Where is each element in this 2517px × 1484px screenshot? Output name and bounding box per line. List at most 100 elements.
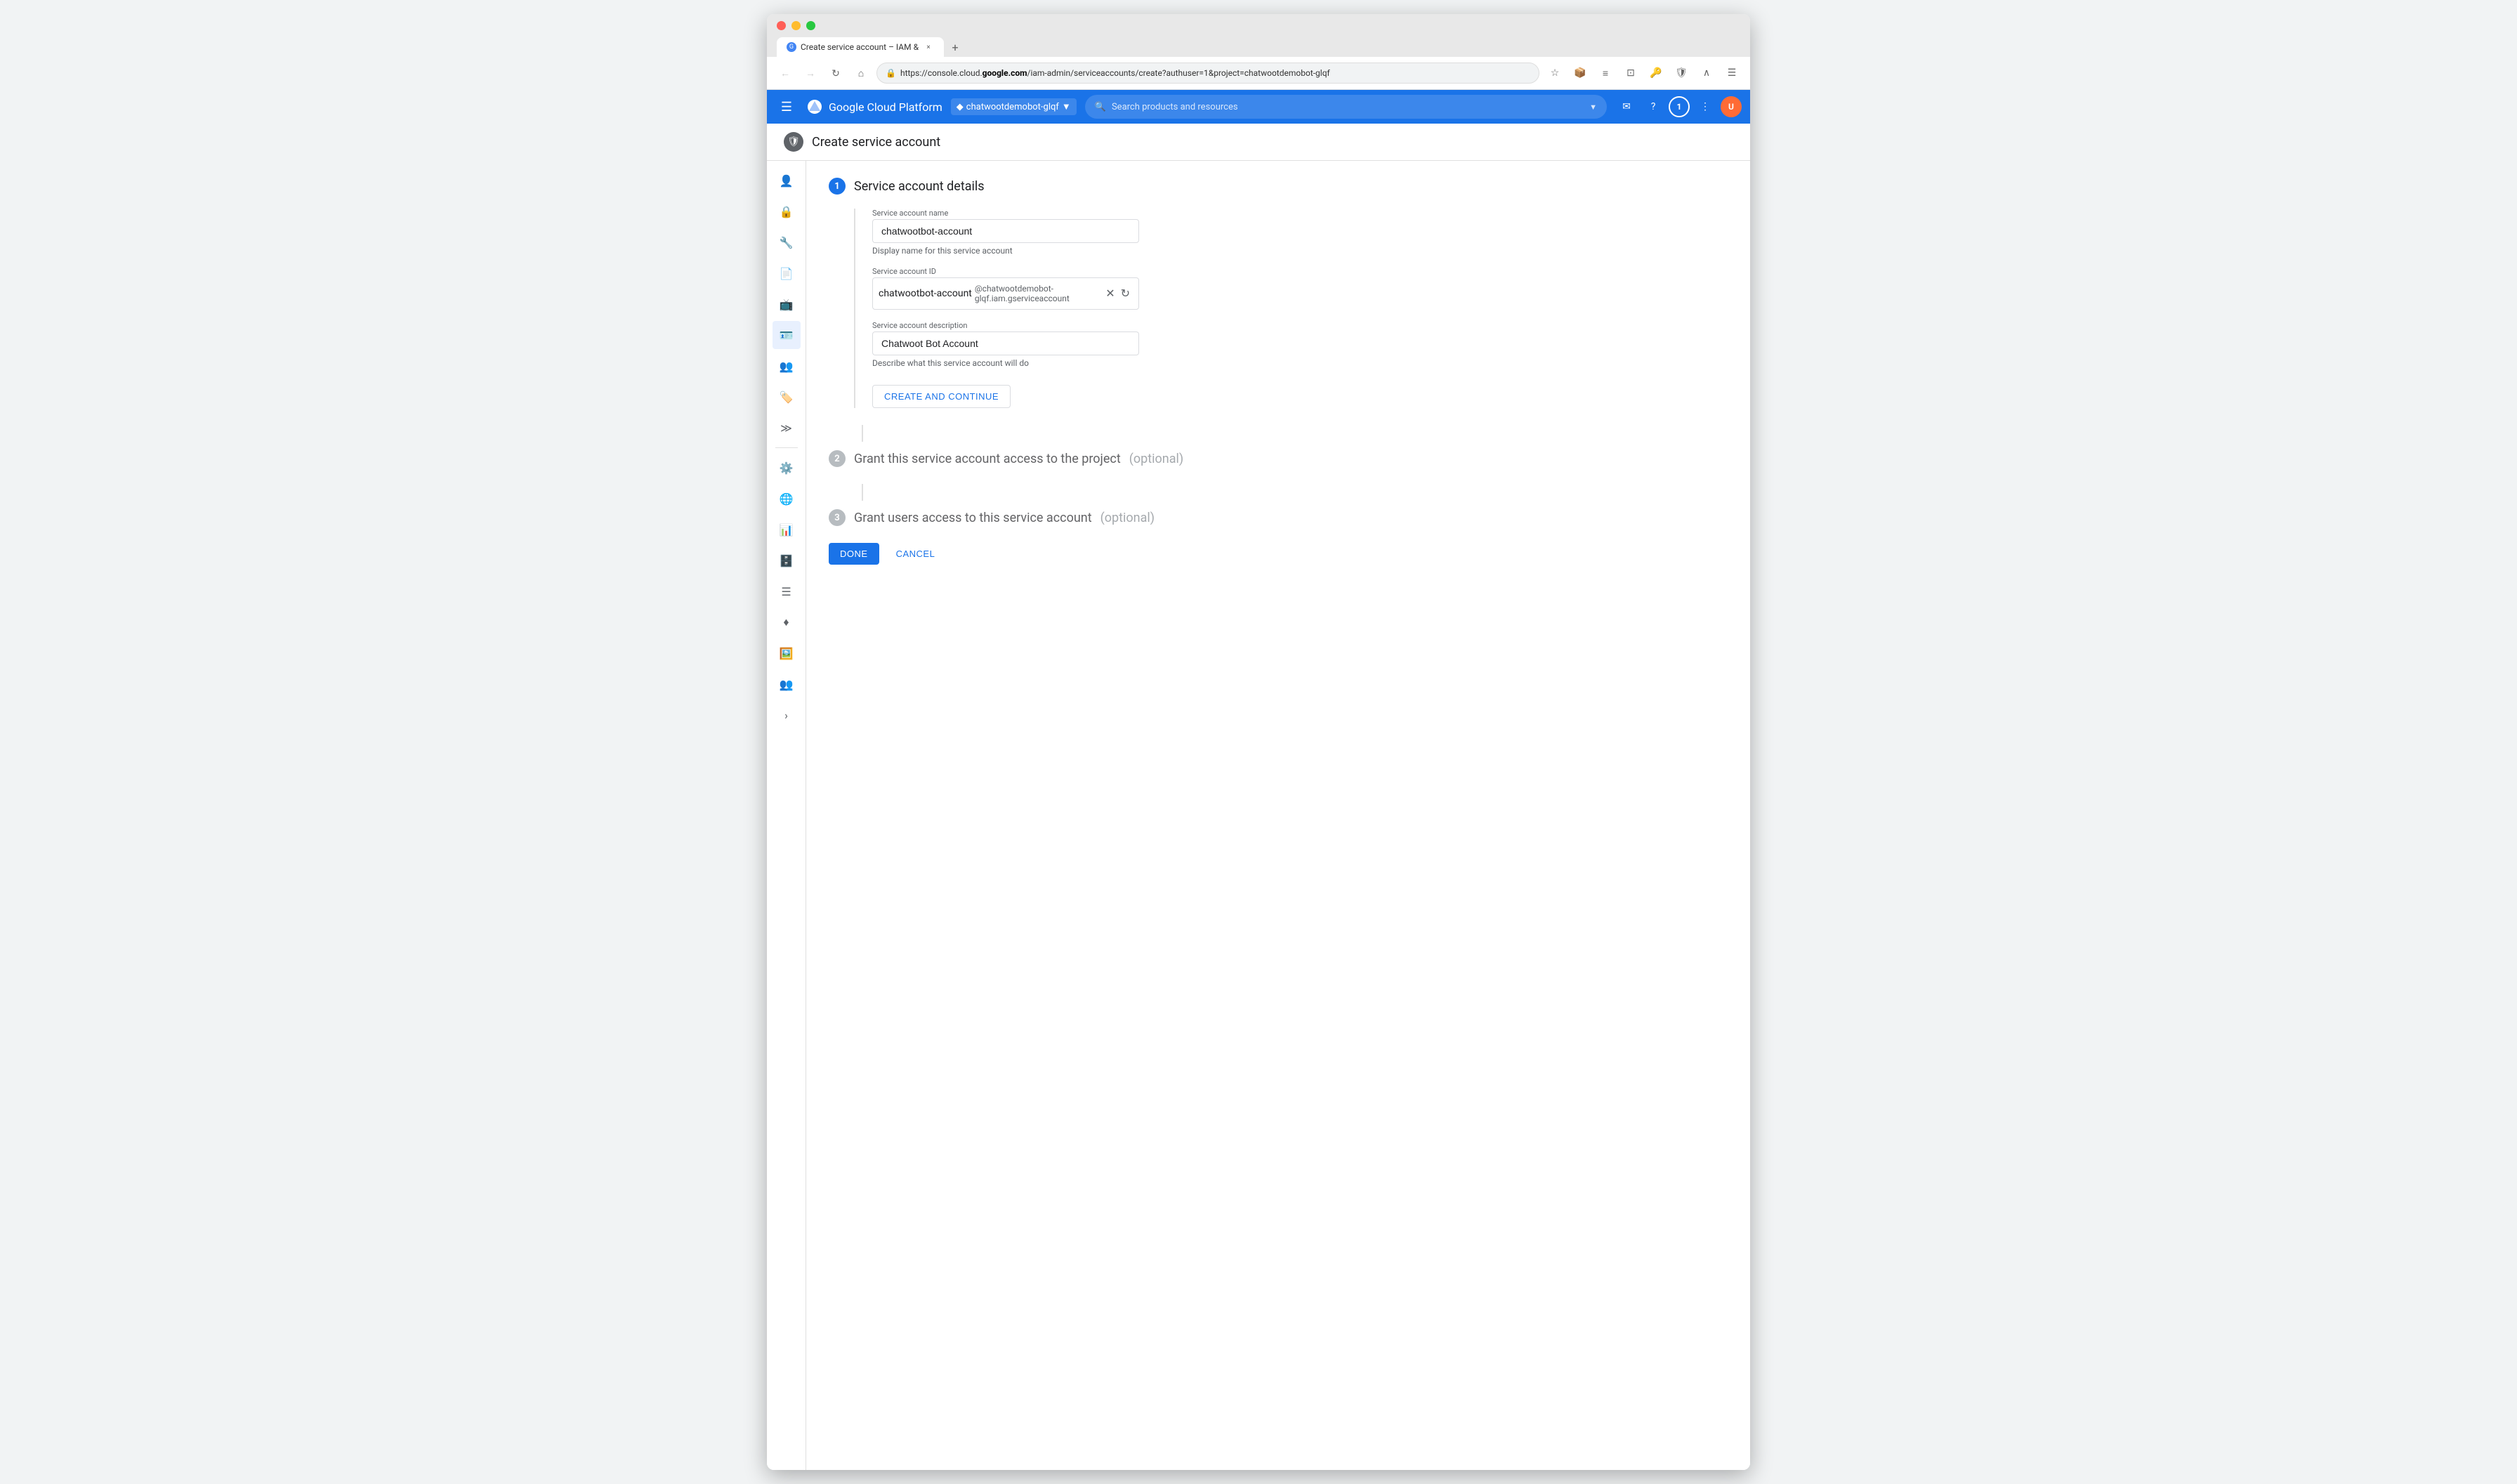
step1-header: 1 Service account details [829, 178, 1728, 195]
step2-subtitle: (optional) [1129, 452, 1183, 466]
project-selector[interactable]: ◆ chatwootdemobot-glqf ▼ [951, 98, 1077, 115]
step1-section: 1 Service account details Service accoun… [829, 178, 1728, 408]
service-account-desc-label: Service account description [872, 321, 1728, 330]
sidebar-item-monitor[interactable]: 📺 [773, 290, 801, 318]
project-icon: ◆ [957, 102, 964, 112]
lock-icon: 🔒 [886, 68, 896, 78]
gcp-topnav: ☰ Google Cloud Platform ◆ chatwootdemobo… [767, 90, 1750, 124]
pocket-icon[interactable]: 📦 [1570, 63, 1590, 83]
service-account-id-label: Service account ID [872, 267, 1728, 276]
step1-fields: Service account name Display name for th… [854, 209, 1728, 408]
sidebar-item-list[interactable]: ☰ [773, 577, 801, 605]
sidebar-item-settings[interactable]: ⚙️ [773, 454, 801, 482]
search-bar[interactable]: 🔍 Search products and resources ▼ [1085, 95, 1607, 119]
sidebar-item-more[interactable]: ≫ [773, 414, 801, 442]
maximize-button[interactable] [806, 21, 815, 30]
service-account-id-group: Service account ID chatwootbot-account @… [872, 267, 1728, 310]
notification-badge[interactable]: 1 [1669, 96, 1690, 117]
ublock-icon[interactable]: 🛡 [1671, 63, 1691, 83]
step3-subtitle: (optional) [1100, 511, 1155, 525]
create-and-continue-button[interactable]: CREATE AND CONTINUE [872, 385, 1011, 408]
page-header: 🛡 Create service account [767, 124, 1750, 161]
forward-button[interactable]: → [801, 63, 820, 83]
refresh-id-button[interactable]: ↻ [1118, 285, 1133, 302]
tab-close-button[interactable]: × [923, 41, 934, 53]
service-account-id-field: chatwootbot-account @chatwootdemobot-glq… [872, 277, 1139, 310]
step3-section: 3 Grant users access to this service acc… [829, 509, 1728, 526]
sidebar-item-globe[interactable]: 🌐 [773, 485, 801, 513]
sidebar-item-people[interactable]: 👥 [773, 670, 801, 698]
service-account-desc-group: Service account description Describe wha… [872, 321, 1728, 368]
minimize-button[interactable] [791, 21, 801, 30]
sidebar-item-diamond[interactable]: ♦ [773, 608, 801, 636]
cloud-shell-icon[interactable]: ✉ [1615, 96, 1638, 118]
track-icon[interactable]: ∧ [1697, 63, 1716, 83]
back-button[interactable]: ← [775, 63, 795, 83]
user-avatar[interactable]: U [1721, 96, 1742, 117]
step3-number: 3 [829, 509, 846, 526]
active-tab[interactable]: G Create service account – IAM & × [777, 37, 944, 57]
gcp-logo: Google Cloud Platform [806, 98, 942, 115]
step2-header: 2 Grant this service account access to t… [829, 450, 1728, 467]
iam-page-icon: 🛡 [784, 132, 803, 152]
search-icon: 🔍 [1095, 102, 1106, 112]
section-divider-1 [862, 425, 863, 442]
service-account-desc-hint: Describe what this service account will … [872, 358, 1728, 368]
topnav-right-icons: ✉ ? 1 ⋮ U [1615, 96, 1742, 118]
home-button[interactable]: ⌂ [851, 63, 871, 83]
reader-icon[interactable]: ≡ [1596, 63, 1615, 83]
page-layout: 👤 🔒 🔧 📄 📺 🪪 👥 🏷️ ≫ ⚙️ 🌐 📊 🗄️ ☰ ♦ 🖼️ 👥 › [767, 161, 1750, 1470]
new-tab-button[interactable]: + [945, 37, 965, 57]
step1-number: 1 [829, 178, 846, 195]
service-account-name-group: Service account name Display name for th… [872, 209, 1728, 256]
sidebar-item-database[interactable]: 🗄️ [773, 546, 801, 574]
service-account-desc-input[interactable] [872, 331, 1139, 355]
sidebar-item-image[interactable]: 🖼️ [773, 639, 801, 667]
clear-id-button[interactable]: ✕ [1103, 285, 1117, 302]
step3-header: 3 Grant users access to this service acc… [829, 509, 1728, 526]
sidebar-item-person[interactable]: 👤 [773, 166, 801, 195]
step3-title: Grant users access to this service accou… [854, 511, 1092, 525]
sidebar-divider [775, 447, 798, 448]
sidebar-item-tags[interactable]: 🏷️ [773, 383, 801, 411]
cancel-button[interactable]: CANCEL [885, 543, 947, 565]
pip-icon[interactable]: ⊡ [1621, 63, 1641, 83]
id-suffix: @chatwootdemobot-glqf.iam.gserviceaccoun… [972, 281, 1103, 306]
bottom-buttons: DONE CANCEL [829, 543, 1728, 565]
refresh-button[interactable]: ↻ [826, 63, 846, 83]
service-account-name-input[interactable] [872, 219, 1139, 243]
close-button[interactable] [777, 21, 786, 30]
sidebar-collapse-icon[interactable]: › [773, 701, 801, 729]
sidebar-item-groups[interactable]: 👥 [773, 352, 801, 380]
service-account-name-hint: Display name for this service account [872, 246, 1728, 256]
step2-title: Grant this service account access to the… [854, 452, 1121, 466]
step1-actions: CREATE AND CONTINUE [872, 385, 1728, 408]
service-account-name-label: Service account name [872, 209, 1728, 218]
hamburger-menu-icon[interactable]: ☰ [775, 96, 798, 118]
search-placeholder: Search products and resources [1112, 102, 1238, 112]
step1-title: Service account details [854, 179, 985, 194]
sidebar-item-iam[interactable]: 🪪 [773, 321, 801, 349]
step2-number: 2 [829, 450, 846, 467]
address-bar[interactable]: 🔒 https://console.cloud.google.com/iam-a… [876, 63, 1539, 84]
sidebar-item-tools[interactable]: 🔧 [773, 228, 801, 256]
help-icon[interactable]: ? [1642, 96, 1664, 118]
1password-icon[interactable]: 🔑 [1646, 63, 1666, 83]
project-dropdown-icon: ▼ [1062, 101, 1071, 112]
options-icon[interactable]: ⋮ [1694, 96, 1716, 118]
tab-title: Create service account – IAM & [801, 42, 919, 52]
id-prefix: chatwootbot-account [879, 288, 972, 299]
sidebar-item-security[interactable]: 🔒 [773, 197, 801, 225]
page-title: Create service account [812, 135, 940, 150]
menu-icon[interactable]: ☰ [1722, 63, 1742, 83]
gcp-logo-text: Google Cloud Platform [829, 100, 942, 114]
search-expand-icon: ▼ [1589, 103, 1597, 112]
sidebar-item-document[interactable]: 📄 [773, 259, 801, 287]
sidebar-item-table[interactable]: 📊 [773, 516, 801, 544]
done-button[interactable]: DONE [829, 543, 879, 565]
bookmark-icon[interactable]: ☆ [1545, 63, 1565, 83]
tab-favicon: G [787, 42, 796, 52]
toolbar-icons: ☆ 📦 ≡ ⊡ 🔑 🛡 ∧ ☰ [1545, 63, 1742, 83]
section-divider-2 [862, 484, 863, 501]
sidebar: 👤 🔒 🔧 📄 📺 🪪 👥 🏷️ ≫ ⚙️ 🌐 📊 🗄️ ☰ ♦ 🖼️ 👥 › [767, 161, 806, 1470]
